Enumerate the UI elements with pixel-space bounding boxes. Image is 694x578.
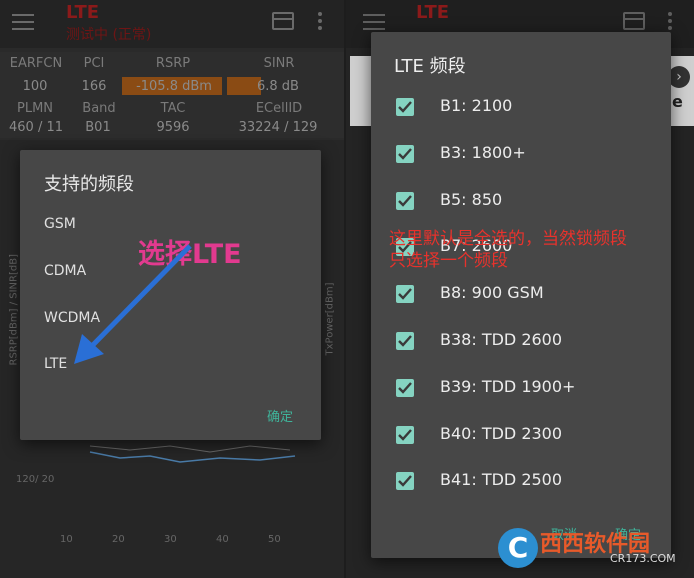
watermark-url: CR173.COM <box>610 552 676 565</box>
menu-icon[interactable] <box>12 14 34 32</box>
stat-value-band: B01 <box>85 120 111 135</box>
app-status: 测试中 (正常) <box>66 27 152 43</box>
chart-xtick: 10 <box>60 534 73 545</box>
sim-card-icon[interactable] <box>623 12 645 30</box>
stat-header-ecellid: ECellID <box>255 101 303 116</box>
stat-header-plmn: PLMN <box>16 101 54 116</box>
stat-value-tac: 9596 <box>156 120 190 135</box>
stat-header-sinr: SINR <box>263 56 295 71</box>
stat-header-tac: TAC <box>160 101 186 116</box>
stat-value-pci: 166 <box>81 79 107 94</box>
band-row[interactable]: B1: 2100 <box>371 88 671 128</box>
menu-icon[interactable] <box>363 14 385 32</box>
stat-value-sinr: 6.8 dB <box>257 79 299 94</box>
stat-header-pci: PCI <box>83 56 105 71</box>
chart-series-line <box>89 451 296 463</box>
band-label: B8: 900 GSM <box>440 283 544 303</box>
chart-ylabel-right: TxPower[dBm] <box>324 282 336 356</box>
stat-header-rsrp: RSRP <box>155 56 191 71</box>
band-label: B41: TDD 2500 <box>440 470 563 490</box>
chart-corner-label: 120/ 20 <box>16 474 55 485</box>
left-app-bar: LTE 测试中 (正常) <box>0 0 344 48</box>
band-label: B3: 1800+ <box>440 142 526 162</box>
band-label: B1: 2100 <box>440 96 513 115</box>
checkbox-checked-icon[interactable] <box>396 472 414 491</box>
band-row[interactable]: B3: 1800+ <box>371 135 671 175</box>
band-row[interactable]: B38: TDD 2600 <box>371 322 671 362</box>
band-row[interactable]: B39: TDD 1900+ <box>371 369 671 409</box>
checkbox-checked-icon[interactable] <box>396 191 414 210</box>
chart-xtick: 30 <box>164 534 177 545</box>
checkbox-checked-icon[interactable] <box>396 378 414 397</box>
stat-header-band: Band <box>82 101 116 116</box>
sim-card-icon[interactable] <box>272 12 294 30</box>
ok-button[interactable]: 确定 <box>267 406 293 425</box>
annotation-arrow-icon <box>74 244 192 364</box>
cell-stats-panel: EARFCN PCI RSRP SINR 100 166 -105.8 dBm … <box>0 52 344 138</box>
band-row[interactable]: B8: 900 GSM <box>371 275 671 315</box>
more-options-icon[interactable] <box>668 12 674 33</box>
ad-info-icon[interactable]: › <box>668 66 690 88</box>
band-label: B5: 850 <box>440 189 503 209</box>
dialog-title: LTE 频段 <box>394 56 466 77</box>
band-label: B40: TDD 2300 <box>440 423 563 443</box>
band-row[interactable]: B5: 850 <box>371 182 671 222</box>
band-row[interactable]: B40: TDD 2300 <box>371 416 671 456</box>
annotation-line: 这里默认是全选的，当然锁频段 <box>389 229 627 249</box>
dialog-title: 支持的频段 <box>44 174 134 195</box>
chart-xtick: 40 <box>216 534 229 545</box>
band-label: B39: TDD 1900+ <box>440 376 576 396</box>
band-label: B38: TDD 2600 <box>440 330 563 349</box>
watermark-logo-icon: C <box>498 528 538 568</box>
more-options-icon[interactable] <box>318 12 324 33</box>
watermark-logo: C 西西软件园 CR173.COM <box>498 526 688 570</box>
checkbox-checked-icon[interactable] <box>396 98 414 116</box>
chart-xtick: 20 <box>112 534 125 545</box>
chart-ylabel-left: RSRP[dBm] / SINR[dB] <box>8 254 20 366</box>
annotation-line: 只选择一个频段 <box>389 251 508 271</box>
screenshot-root: LTE 测试中 (正常) EARFCN PCI RSRP SINR 100 16… <box>0 0 694 578</box>
band-row[interactable]: B41: TDD 2500 <box>371 462 671 502</box>
ad-text: e <box>672 92 683 111</box>
checkbox-checked-icon[interactable] <box>396 144 414 163</box>
checkbox-checked-icon[interactable] <box>396 332 414 350</box>
stat-value-ecellid: 33224 / 129 <box>238 120 318 135</box>
chart-xtick: 50 <box>268 534 281 545</box>
app-title: LTE <box>66 2 100 23</box>
stat-header-earfcn: EARFCN <box>9 56 63 71</box>
stat-value-plmn: 460 / 11 <box>9 120 63 135</box>
app-title: LTE <box>416 2 450 23</box>
stat-value-rsrp: -105.8 dBm <box>136 79 212 94</box>
annotation-default-all-selected: 这里默认是全选的，当然锁频段 只选择一个频段 <box>389 228 669 272</box>
option-gsm[interactable]: GSM <box>44 216 76 232</box>
chart-series-line <box>89 445 291 453</box>
checkbox-checked-icon[interactable] <box>396 425 414 444</box>
stat-value-earfcn: 100 <box>22 79 48 94</box>
lte-bands-dialog: LTE 频段 B1: 2100 B3: 1800+ B5: 850 B7: 2600 B… <box>371 32 671 558</box>
checkbox-checked-icon[interactable] <box>396 285 414 304</box>
